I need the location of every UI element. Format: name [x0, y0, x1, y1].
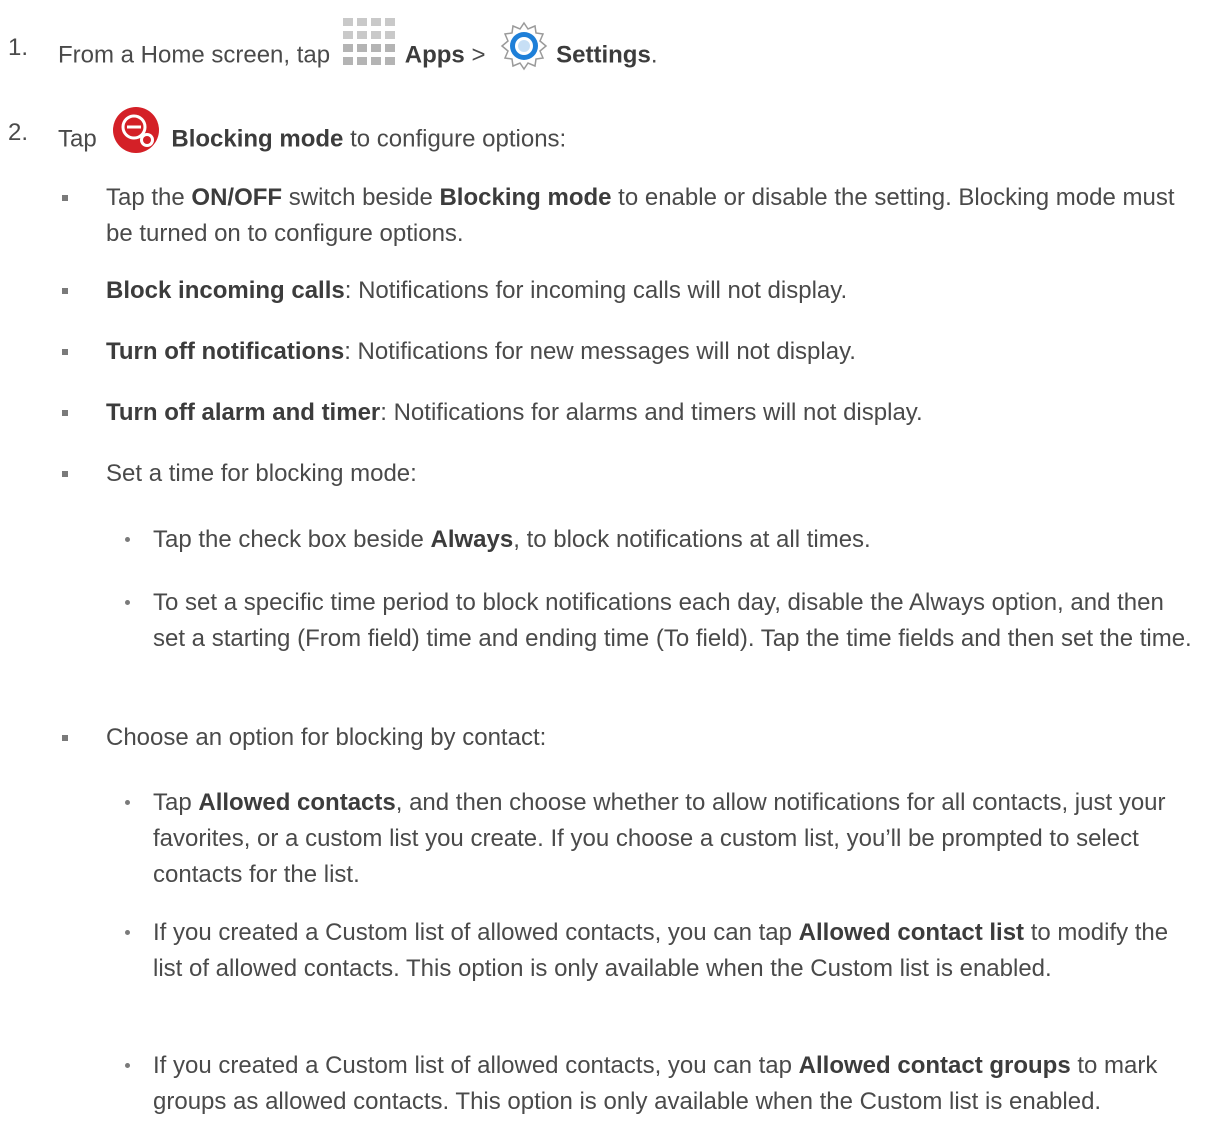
list-item: Set a time for blocking mode:	[106, 456, 1186, 492]
bullet-dot	[125, 930, 130, 935]
text-run: Tap the check box beside	[153, 526, 431, 553]
text-run: If you created a Custom list of allowed …	[153, 1052, 799, 1079]
text-run: : Notifications for new messages will no…	[344, 338, 856, 365]
list-item: If you created a Custom list of allowed …	[153, 915, 1193, 987]
apps-grid-icon	[337, 18, 399, 70]
bullet-dot	[125, 1063, 130, 1068]
text-run: Tap the	[106, 184, 192, 211]
list-item: To set a specific time period to block n…	[153, 585, 1193, 657]
bold-text: Blocking mode	[439, 184, 612, 211]
settings-gear-icon	[498, 20, 550, 72]
blocking-mode-label: Blocking mode	[171, 125, 344, 153]
bold-text: Always	[430, 526, 514, 553]
list-item: Block incoming calls: Notifications for …	[106, 273, 1186, 309]
step-number: 2.	[8, 119, 29, 146]
text-run: to configure options:	[350, 125, 567, 153]
list-item: Choose an option for blocking by contact…	[106, 720, 1186, 756]
list-item: Turn off alarm and timer: Notifications …	[106, 395, 1186, 431]
step-2-text: Tap Blocking mode to configure options:	[58, 107, 567, 165]
text-run: Tap	[58, 125, 97, 153]
bold-text: Turn off alarm and timer	[106, 399, 381, 426]
list-item: Tap the ON/OFF switch beside Blocking mo…	[106, 180, 1186, 252]
text-run: , to block notifications at all times.	[513, 526, 871, 553]
list-item: Turn off notifications: Notifications fo…	[106, 334, 1186, 370]
text-run: From a Home screen, tap	[58, 41, 331, 69]
bold-text: Turn off notifications	[106, 338, 345, 365]
bold-text: Block incoming calls	[106, 277, 345, 304]
step-number: 1.	[8, 34, 29, 61]
step-1-text: From a Home screen, tap Apps > Settings.	[58, 18, 658, 82]
text-run: Choose an option for blocking by contact…	[106, 724, 547, 751]
settings-label: Settings	[556, 41, 651, 69]
text-run: Tap	[153, 789, 199, 816]
apps-label: Apps	[404, 41, 465, 69]
bullet-square	[62, 288, 68, 294]
text-run: switch beside	[282, 184, 440, 211]
blocking-mode-icon	[111, 105, 161, 155]
text-run: >	[471, 41, 486, 69]
bold-text: Allowed contacts	[198, 789, 396, 816]
bullet-square	[62, 195, 68, 201]
bullet-dot	[125, 537, 130, 542]
bullet-square	[62, 735, 68, 741]
bullet-square	[62, 349, 68, 355]
text-run: .	[650, 41, 658, 69]
text-run: Set a time for blocking mode:	[106, 460, 417, 487]
text-run: If you created a Custom list of allowed …	[153, 919, 799, 946]
bold-text: ON/OFF	[191, 184, 283, 211]
list-item: If you created a Custom list of allowed …	[153, 1048, 1193, 1120]
text-run: To set a specific time period to block n…	[153, 589, 1192, 652]
bold-text: Allowed contact groups	[798, 1052, 1071, 1079]
text-run: : Notifications for incoming calls will …	[344, 277, 848, 304]
list-item: Tap the check box beside Always, to bloc…	[153, 522, 1193, 558]
bullet-square	[62, 471, 68, 477]
bullet-dot	[125, 800, 130, 805]
bullet-dot	[125, 600, 130, 605]
text-run: : Notifications for alarms and timers wi…	[380, 399, 923, 426]
bullet-square	[62, 410, 68, 416]
bold-text: Allowed contact list	[798, 919, 1025, 946]
list-item: Tap Allowed contacts, and then choose wh…	[153, 785, 1193, 893]
